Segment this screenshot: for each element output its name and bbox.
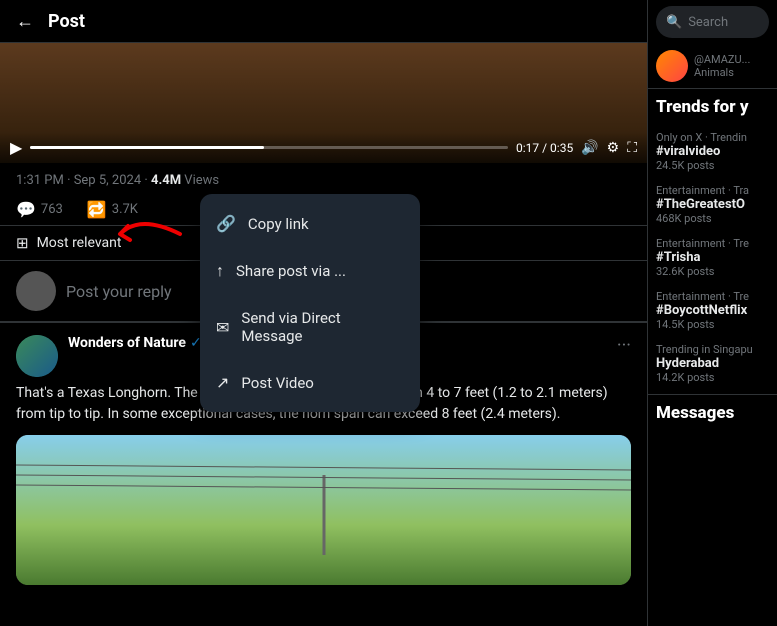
commenter-name: Wonders of Nature <box>68 335 186 351</box>
progress-bar[interactable] <box>30 146 508 149</box>
comment-action[interactable]: 💬 763 <box>16 200 63 219</box>
trend-count-4: 14.5K posts <box>656 318 769 331</box>
send-dm-item[interactable]: ✉ Send via Direct Message <box>200 295 420 359</box>
trend-tag-3: #Trisha <box>656 250 769 265</box>
user-avatar <box>16 271 56 311</box>
share-dropdown: 🔗 Copy link ↑ Share post via ... ✉ Send … <box>200 194 420 412</box>
profile-snippet: @AMAZU... Animals <box>648 44 777 89</box>
right-sidebar: 🔍 Search @AMAZU... Animals Trends for y … <box>648 0 777 626</box>
copy-link-label: Copy link <box>248 215 309 233</box>
trend-item-2[interactable]: Entertainment · Tra #TheGreatestO 468K p… <box>656 178 769 231</box>
page-title: Post <box>48 11 85 32</box>
messages-title: Messages <box>648 394 777 431</box>
post-video-label: Post Video <box>241 374 313 392</box>
trend-count-5: 14.2K posts <box>656 371 769 384</box>
commenter-avatar <box>16 335 58 377</box>
share-post-icon: ↑ <box>216 261 224 281</box>
profile-mini-text: @AMAZU... Animals <box>694 53 750 79</box>
profile-handle: @AMAZU... <box>694 53 750 66</box>
sort-icon: ⊞ <box>16 234 29 252</box>
settings-button[interactable]: ⚙ <box>607 140 620 156</box>
comment-more-button[interactable]: ··· <box>617 335 631 356</box>
comment-image <box>16 435 631 585</box>
back-button[interactable]: ← <box>16 11 34 32</box>
trend-category-5: Trending in Singapu <box>656 343 769 356</box>
retweet-icon: 🔁 <box>87 200 107 219</box>
trend-tag-4: #BoycottNetflix <box>656 303 769 318</box>
sort-label: Most relevant <box>37 235 122 251</box>
post-video-item[interactable]: ↗ Post Video <box>200 359 420 406</box>
trend-item-4[interactable]: Entertainment · Tre #BoycottNetflix 14.5… <box>656 284 769 337</box>
post-video-icon: ↗ <box>216 373 229 392</box>
copy-link-icon: 🔗 <box>216 214 236 233</box>
trend-category-4: Entertainment · Tre <box>656 290 769 303</box>
post-header: ← Post <box>0 0 647 43</box>
comment-icon: 💬 <box>16 200 36 219</box>
share-post-label: Share post via ... <box>236 262 346 280</box>
trend-count-3: 32.6K posts <box>656 265 769 278</box>
trends-section: Trends for y Only on X · Trendin #viralv… <box>648 89 777 394</box>
play-button[interactable]: ▶ <box>10 138 22 157</box>
video-controls: ▶ 0:17 / 0:35 🔊 ⚙ ⛶ <box>0 132 647 163</box>
retweet-action[interactable]: 🔁 3.7K <box>87 200 138 219</box>
retweet-count: 3.7K <box>112 202 138 217</box>
volume-button[interactable]: 🔊 <box>581 140 598 156</box>
trend-count-2: 468K posts <box>656 212 769 225</box>
trend-category-2: Entertainment · Tra <box>656 184 769 197</box>
trend-count-1: 24.5K posts <box>656 159 769 172</box>
video-player: ▶ 0:17 / 0:35 🔊 ⚙ ⛶ <box>0 43 647 163</box>
send-dm-label: Send via Direct Message <box>241 309 404 345</box>
trend-item-3[interactable]: Entertainment · Tre #Trisha 32.6K posts <box>656 231 769 284</box>
profile-sub: Animals <box>694 66 750 79</box>
trend-category-1: Only on X · Trendin <box>656 131 769 144</box>
reply-input[interactable]: Post your reply <box>66 282 172 301</box>
search-bar[interactable]: 🔍 Search <box>656 6 769 38</box>
trend-tag-2: #TheGreatestO <box>656 197 769 212</box>
trend-category-3: Entertainment · Tre <box>656 237 769 250</box>
send-dm-icon: ✉ <box>216 318 229 337</box>
trend-tag-1: #viralvideo <box>656 144 769 159</box>
share-post-item[interactable]: ↑ Share post via ... <box>200 247 420 295</box>
main-column: ← Post ▶ 0:17 / 0:35 🔊 ⚙ ⛶ 1:31 PM · Sep… <box>0 0 648 626</box>
trend-item-1[interactable]: Only on X · Trendin #viralvideo 24.5K po… <box>656 125 769 178</box>
profile-mini-avatar <box>656 50 688 82</box>
search-text: Search <box>688 15 728 30</box>
time-display: 0:17 / 0:35 <box>516 141 573 155</box>
progress-fill <box>30 146 264 149</box>
search-icon: 🔍 <box>666 15 682 30</box>
post-meta: 1:31 PM · Sep 5, 2024 · 4.4M Views <box>0 163 647 194</box>
comment-image-inner <box>16 435 631 585</box>
trends-title: Trends for y <box>656 97 769 117</box>
copy-link-item[interactable]: 🔗 Copy link <box>200 200 420 247</box>
trend-tag-5: Hyderabad <box>656 356 769 371</box>
comment-count: 763 <box>41 202 63 217</box>
fullscreen-button[interactable]: ⛶ <box>627 140 637 156</box>
trend-item-5[interactable]: Trending in Singapu Hyderabad 14.2K post… <box>656 337 769 390</box>
actions-row: 💬 763 🔁 3.7K 🔗 Copy link ↑ Share post vi… <box>0 194 647 225</box>
